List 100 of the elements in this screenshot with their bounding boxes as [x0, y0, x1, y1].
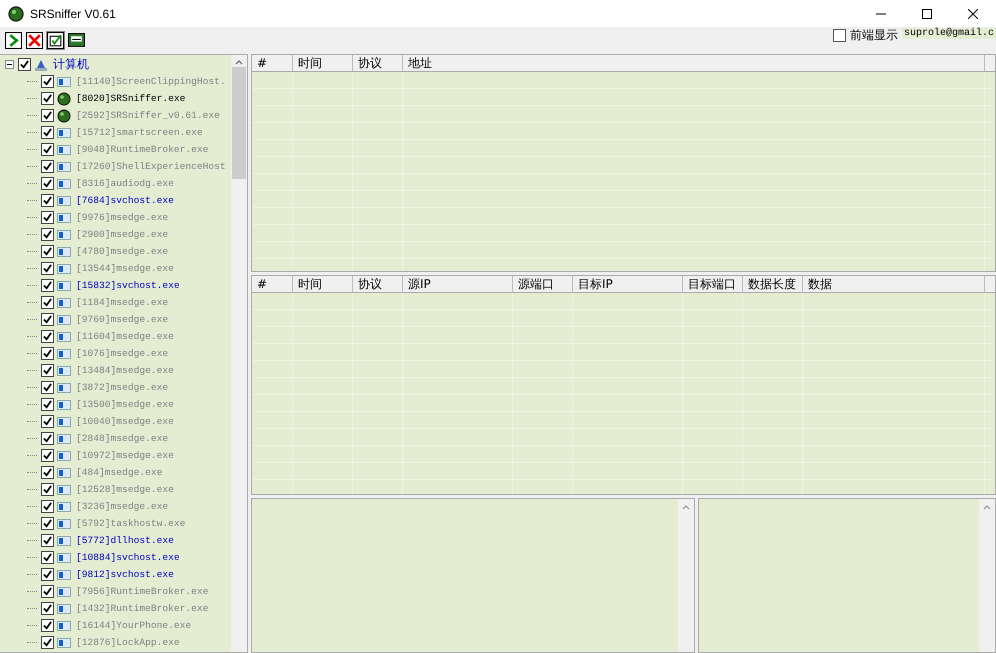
tree-checkbox[interactable] — [41, 313, 54, 326]
scroll-up-icon[interactable] — [983, 505, 991, 510]
column-header[interactable]: 时间 — [293, 276, 353, 292]
tree-checkbox[interactable] — [41, 432, 54, 445]
column-header[interactable]: 目标端口 — [683, 276, 743, 292]
tree-checkbox[interactable] — [41, 483, 54, 496]
tree-item[interactable]: [9812]svchost.exe — [76, 569, 174, 580]
column-header[interactable]: 时间 — [293, 55, 353, 71]
column-header[interactable]: 地址 — [403, 55, 985, 71]
tree-checkbox[interactable] — [41, 449, 54, 462]
tree-checkbox[interactable] — [41, 126, 54, 139]
tree-item[interactable]: [1076]msedge.exe — [76, 348, 168, 359]
tree-item[interactable]: [1432]RuntimeBroker.exe — [76, 603, 208, 614]
scroll-up-icon[interactable] — [235, 60, 243, 65]
column-header[interactable]: 源IP — [403, 276, 513, 292]
tree-item[interactable]: [9976]msedge.exe — [76, 212, 168, 223]
tree-checkbox[interactable] — [41, 364, 54, 377]
tree-item[interactable]: [12876]LockApp.exe — [76, 637, 180, 648]
tree-item[interactable]: [13544]msedge.exe — [76, 263, 174, 274]
window-icon — [57, 466, 71, 480]
tree-item[interactable]: [2848]msedge.exe — [76, 433, 168, 444]
tree-item[interactable]: [10884]svchost.exe — [76, 552, 180, 563]
tree-checkbox[interactable] — [41, 279, 54, 292]
tree-checkbox[interactable] — [41, 568, 54, 581]
tree-checkbox[interactable] — [41, 160, 54, 173]
tree-item[interactable]: [8020]SRSniffer.exe — [76, 93, 186, 104]
tree-item[interactable]: [1184]msedge.exe — [76, 297, 168, 308]
tree-checkbox[interactable] — [41, 228, 54, 241]
tree-item[interactable]: [16144]YourPhone.exe — [76, 620, 192, 631]
tree-item[interactable]: [4780]msedge.exe — [76, 246, 168, 257]
tree-item[interactable]: [10972]msedge.exe — [76, 450, 174, 461]
tree-checkbox[interactable] — [41, 500, 54, 513]
column-header[interactable]: 目标IP — [573, 276, 683, 292]
maximize-icon[interactable] — [922, 8, 932, 18]
tree-checkbox[interactable] — [41, 551, 54, 564]
tree-item[interactable]: [2900]msedge.exe — [76, 229, 168, 240]
play-icon[interactable] — [5, 32, 22, 49]
tree-item[interactable]: [10040]msedge.exe — [76, 416, 174, 427]
tree-checkbox[interactable] — [41, 619, 54, 632]
tree-item[interactable]: [17260]ShellExperienceHost — [76, 161, 226, 172]
tree-checkbox[interactable] — [41, 92, 54, 105]
column-header[interactable]: 协议 — [353, 276, 403, 292]
export-icon[interactable] — [68, 32, 85, 49]
tree-item[interactable]: [3872]msedge.exe — [76, 382, 168, 393]
tree-item[interactable]: [3236]msedge.exe — [76, 501, 168, 512]
tree-checkbox[interactable] — [41, 398, 54, 411]
tree-item[interactable]: [5772]dllhost.exe — [76, 535, 174, 546]
tree-item[interactable]: 计算机 — [53, 56, 89, 73]
column-header[interactable]: # — [252, 276, 293, 292]
tree-item[interactable]: [15712]smartscreen.exe — [76, 127, 203, 138]
window-icon — [57, 330, 71, 344]
tree-checkbox[interactable] — [41, 347, 54, 360]
tree-checkbox[interactable] — [41, 534, 54, 547]
window-icon — [57, 568, 71, 582]
tree-item[interactable]: [9048]RuntimeBroker.exe — [76, 144, 208, 155]
column-header[interactable]: 源端口 — [513, 276, 573, 292]
column-header[interactable]: 协议 — [353, 55, 403, 71]
tree-checkbox[interactable] — [41, 211, 54, 224]
tree-item[interactable]: [8316]audiodg.exe — [76, 178, 174, 189]
front-display-checkbox[interactable] — [832, 29, 846, 42]
tree-checkbox[interactable] — [41, 262, 54, 275]
column-header[interactable]: 数据 — [803, 276, 985, 292]
tree-checkbox[interactable] — [41, 75, 54, 88]
tree-checkbox[interactable] — [41, 415, 54, 428]
tree-item[interactable]: [13500]msedge.exe — [76, 399, 174, 410]
close-icon[interactable] — [968, 8, 978, 18]
tree-checkbox[interactable] — [41, 177, 54, 190]
tree-item[interactable]: [9760]msedge.exe — [76, 314, 168, 325]
tree-checkbox[interactable] — [41, 585, 54, 598]
tree-item[interactable]: [13484]msedge.exe — [76, 365, 174, 376]
column-header[interactable]: # — [252, 55, 293, 71]
tree-checkbox[interactable] — [41, 109, 54, 122]
checkbox-icon[interactable] — [47, 32, 64, 49]
tree-checkbox[interactable] — [41, 330, 54, 343]
tree-item[interactable]: [7684]svchost.exe — [76, 195, 174, 206]
tree-checkbox[interactable] — [41, 296, 54, 309]
tree-checkbox[interactable] — [41, 143, 54, 156]
tree-item[interactable]: [11604]msedge.exe — [76, 331, 174, 342]
scroll-thumb[interactable] — [232, 67, 246, 179]
tree-checkbox[interactable] — [41, 636, 54, 649]
tree-checkbox[interactable] — [41, 381, 54, 394]
tree-item[interactable]: [12528]msedge.exe — [76, 484, 174, 495]
tree-checkbox[interactable] — [41, 466, 54, 479]
scroll-up-icon[interactable] — [682, 505, 690, 510]
window-icon — [57, 244, 71, 258]
tree-item[interactable]: [2592]SRSniffer_v0.61.exe — [76, 110, 220, 121]
tree-checkbox[interactable] — [41, 602, 54, 615]
tree-item[interactable]: [5792]taskhostw.exe — [76, 518, 186, 529]
column-header[interactable]: 数据长度 — [743, 276, 803, 292]
tree-item[interactable]: [484]msedge.exe — [76, 467, 162, 478]
tree-checkbox[interactable] — [41, 194, 54, 207]
tree-checkbox[interactable] — [41, 245, 54, 258]
collapse-icon[interactable] — [5, 60, 14, 69]
front-display-label: 前端显示 — [850, 27, 898, 44]
tree-item[interactable]: [11140]ScreenClippingHost. — [76, 76, 226, 87]
tree-item[interactable]: [15832]svchost.exe — [76, 280, 180, 291]
stop-icon[interactable] — [26, 32, 43, 49]
tree-checkbox[interactable] — [41, 517, 54, 530]
tree-checkbox[interactable] — [18, 58, 31, 71]
tree-item[interactable]: [7956]RuntimeBroker.exe — [76, 586, 208, 597]
